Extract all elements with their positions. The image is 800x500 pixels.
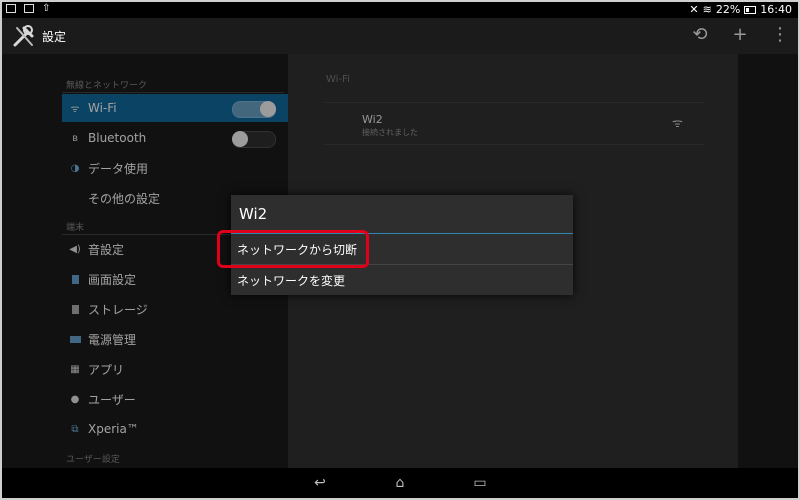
home-icon[interactable]: ⌂ [386, 474, 414, 492]
upload-icon: ⇧ [42, 3, 51, 14]
add-icon[interactable]: + [728, 24, 752, 46]
device-screen: ⇧ ✕ ≋ 22% 16:40 設定 ⟲ + ⋮ 無線とネットワーク ᯤ Wi-… [2, 2, 798, 498]
dialog-title: Wi2 [239, 205, 268, 223]
wifi-icon: ≋ [702, 3, 712, 16]
modify-network-option[interactable]: ネットワークを変更 [231, 265, 573, 295]
image-icon [24, 4, 34, 13]
highlight-annotation [217, 230, 369, 268]
action-bar: 設定 ⟲ + ⋮ [2, 18, 798, 54]
overflow-menu-icon[interactable]: ⋮ [768, 24, 792, 46]
mute-icon: ✕ [689, 3, 699, 16]
status-bar: ⇧ ✕ ≋ 22% 16:40 [2, 2, 798, 18]
navigation-bar: ↩ ⌂ ▭ [2, 468, 798, 498]
screenshot-icon [6, 4, 16, 13]
app-title: 設定 [42, 30, 67, 44]
battery-icon [744, 5, 757, 14]
battery-percent: 22% [715, 3, 741, 16]
clock: 16:40 [760, 3, 792, 16]
settings-tools-icon[interactable] [12, 24, 36, 48]
sync-icon[interactable]: ⟲ [688, 24, 712, 46]
back-icon[interactable]: ↩ [306, 474, 334, 492]
recent-apps-icon[interactable]: ▭ [466, 474, 494, 492]
